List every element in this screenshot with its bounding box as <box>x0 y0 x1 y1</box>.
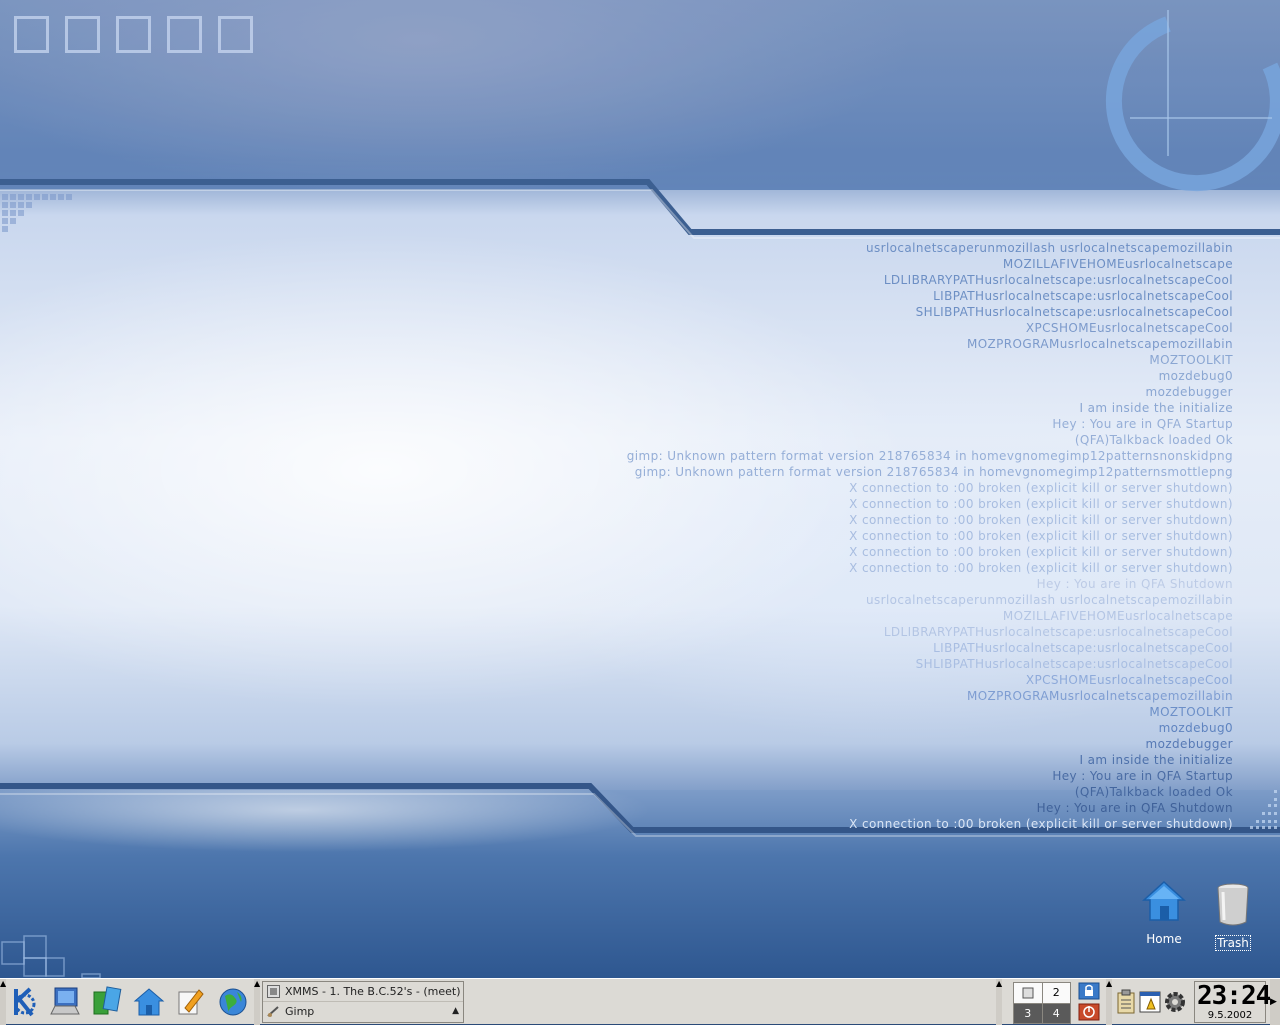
console-log-line: usrlocalnetscaperunmozillash usrlocalnet… <box>865 593 1233 607</box>
pager-desktop-2[interactable]: 2 <box>1042 983 1070 1003</box>
file-manager-icon <box>93 986 122 1015</box>
task-label: Gimp <box>285 1005 315 1018</box>
console-log-line: LIBPATHusrlocalnetscape:usrlocalnetscape… <box>933 641 1233 655</box>
web-browser-icon <box>219 988 247 1016</box>
console-log-line: I am inside the initialize <box>1079 401 1233 415</box>
kde-tray-applet-button[interactable] <box>1138 983 1162 1021</box>
desktop[interactable]: usrlocalnetscaperunmozillash usrlocalnet… <box>0 0 1280 978</box>
power-logo-icon <box>1105 10 1280 192</box>
clipboard-icon <box>1117 989 1135 1014</box>
kde-panel: ▲ ▲ XMMS - 1. The B.C.52's - (meet) Gimp… <box>0 978 1280 1025</box>
clock-applet[interactable]: 23:24 9.5.2002 <box>1194 981 1271 1023</box>
lock-icon <box>1078 982 1100 1000</box>
console-log-line: gimp: Unknown pattern format version 218… <box>626 449 1233 463</box>
console-log-line: gimp: Unknown pattern format version 218… <box>634 465 1233 479</box>
console-log-line: MOZPROGRAMusrlocalnetscapemozillabin <box>966 689 1233 703</box>
workspace-square <box>218 16 253 53</box>
corner-squares-decoration <box>1 935 101 978</box>
console-log-line: X connection to :00 broken (explicit kil… <box>849 529 1233 543</box>
home-icon <box>133 988 165 1016</box>
file-manager-button[interactable] <box>88 983 126 1021</box>
console-log-line: MOZILLAFIVEHOMEusrlocalnetscape <box>1002 609 1233 623</box>
console-log-line: MOZTOOLKIT <box>1149 705 1233 719</box>
panel-hide-right-button[interactable]: ▶ <box>1270 979 1280 1025</box>
workspace-squares-decoration <box>14 16 253 53</box>
terminal-icon <box>50 987 80 1015</box>
pager-desktop-3[interactable]: 3 <box>1014 1003 1042 1023</box>
console-log-line: X connection to :00 broken (explicit kil… <box>849 561 1233 575</box>
console-log-line: X connection to :00 broken (explicit kil… <box>849 817 1233 831</box>
console-log-line: Hey : You are in QFA Shutdown <box>1036 577 1233 591</box>
terminal-button[interactable] <box>46 983 84 1021</box>
clock-date: 9.5.2002 <box>1207 1010 1253 1021</box>
pager-desktop-4[interactable]: 4 <box>1042 1003 1070 1023</box>
workspace-square <box>14 16 49 53</box>
web-browser-button[interactable] <box>214 983 252 1021</box>
gimp-icon <box>267 1006 279 1017</box>
home-icon-label: Home <box>1146 932 1182 946</box>
console-log-line: Hey : You are in QFA Startup <box>1052 769 1233 783</box>
workspace-square <box>167 16 202 53</box>
console-log-line: LDLIBRARYPATHusrlocalnetscape:usrlocalne… <box>883 625 1233 639</box>
lock-screen-button[interactable] <box>1076 981 1102 1001</box>
home-icon <box>1142 880 1186 921</box>
trash-icon <box>1217 883 1249 926</box>
trash-desktop-icon[interactable]: Trash <box>1201 880 1265 951</box>
office-button[interactable] <box>172 983 210 1021</box>
console-log-line: MOZILLAFIVEHOMEusrlocalnetscape <box>1002 257 1233 271</box>
console-log-line: X connection to :00 broken (explicit kil… <box>849 481 1233 495</box>
desktop-pager: 2 3 4 <box>1013 982 1071 1024</box>
home-desktop-icon[interactable]: Home <box>1132 880 1196 947</box>
system-settings-button[interactable] <box>1162 983 1188 1021</box>
corner-dots-decoration <box>1250 790 1277 829</box>
logout-icon <box>1078 1003 1100 1021</box>
xmms-icon <box>267 985 280 998</box>
taskbar-scroll-button[interactable]: ▲ <box>254 979 260 1025</box>
trash-icon-label: Trash <box>1215 935 1251 951</box>
pager-desktop-1[interactable] <box>1014 983 1042 1003</box>
console-log-line: usrlocalnetscaperunmozillash usrlocalnet… <box>865 241 1233 255</box>
pager-scroll-button[interactable]: ▲ <box>996 979 1002 1025</box>
console-log-line: mozdebug0 <box>1158 369 1233 383</box>
console-log-line: SHLIBPATHusrlocalnetscape:usrlocalnetsca… <box>915 657 1233 671</box>
task-gimp[interactable]: Gimp ▲ <box>263 1001 463 1021</box>
console-log-line: SHLIBPATHusrlocalnetscape:usrlocalnetsca… <box>915 305 1233 319</box>
console-log-line: X connection to :00 broken (explicit kil… <box>849 513 1233 527</box>
console-log-line: MOZTOOLKIT <box>1149 353 1233 367</box>
console-log-line: (QFA)Talkback loaded Ok <box>1074 785 1233 799</box>
kde-menu-icon <box>14 987 36 1017</box>
console-log-line: mozdebugger <box>1145 385 1233 399</box>
console-log-line: X connection to :00 broken (explicit kil… <box>849 497 1233 511</box>
console-log-line: mozdebug0 <box>1158 721 1233 735</box>
klipper-button[interactable] <box>1114 983 1138 1021</box>
taskbar: XMMS - 1. The B.C.52's - (meet) The Gimp… <box>262 981 464 1023</box>
console-log-line: (QFA)Talkback loaded Ok <box>1074 433 1233 447</box>
home-folder-button[interactable] <box>130 983 168 1021</box>
tray-scroll-button[interactable]: ▲ <box>1106 979 1112 1025</box>
console-log-line: LDLIBRARYPATHusrlocalnetscape:usrlocalne… <box>883 273 1233 287</box>
console-log-line: X connection to :00 broken (explicit kil… <box>849 545 1233 559</box>
console-log-overlay: usrlocalnetscaperunmozillash usrlocalnet… <box>627 240 1233 832</box>
kde-menu-button[interactable] <box>6 983 44 1021</box>
task-xmms[interactable]: XMMS - 1. The B.C.52's - (meet) The <box>263 982 463 1001</box>
console-log-line: Hey : You are in QFA Shutdown <box>1036 801 1233 815</box>
workspace-square <box>65 16 100 53</box>
gear-icon <box>1165 992 1185 1012</box>
window-list-icon <box>1139 991 1161 1013</box>
clock-time: 23:24 <box>1197 981 1271 1011</box>
console-log-line: mozdebugger <box>1145 737 1233 751</box>
task-group-arrow-icon[interactable]: ▲ <box>452 1002 459 1021</box>
workspace-square <box>116 16 151 53</box>
console-log-line: MOZPROGRAMusrlocalnetscapemozillabin <box>966 337 1233 351</box>
office-icon <box>178 989 204 1015</box>
console-log-line: Hey : You are in QFA Startup <box>1052 417 1233 431</box>
console-log-line: LIBPATHusrlocalnetscape:usrlocalnetscape… <box>933 289 1233 303</box>
console-log-line: I am inside the initialize <box>1079 753 1233 767</box>
console-log-line: XPCSHOMEusrlocalnetscapeCool <box>1025 673 1233 687</box>
task-label: XMMS - 1. The B.C.52's - (meet) The <box>285 985 463 998</box>
console-log-line: XPCSHOMEusrlocalnetscapeCool <box>1025 321 1233 335</box>
window-thumbnail-icon <box>1022 987 1034 999</box>
logout-button[interactable] <box>1076 1002 1102 1022</box>
pixel-dots-decoration <box>2 194 72 232</box>
